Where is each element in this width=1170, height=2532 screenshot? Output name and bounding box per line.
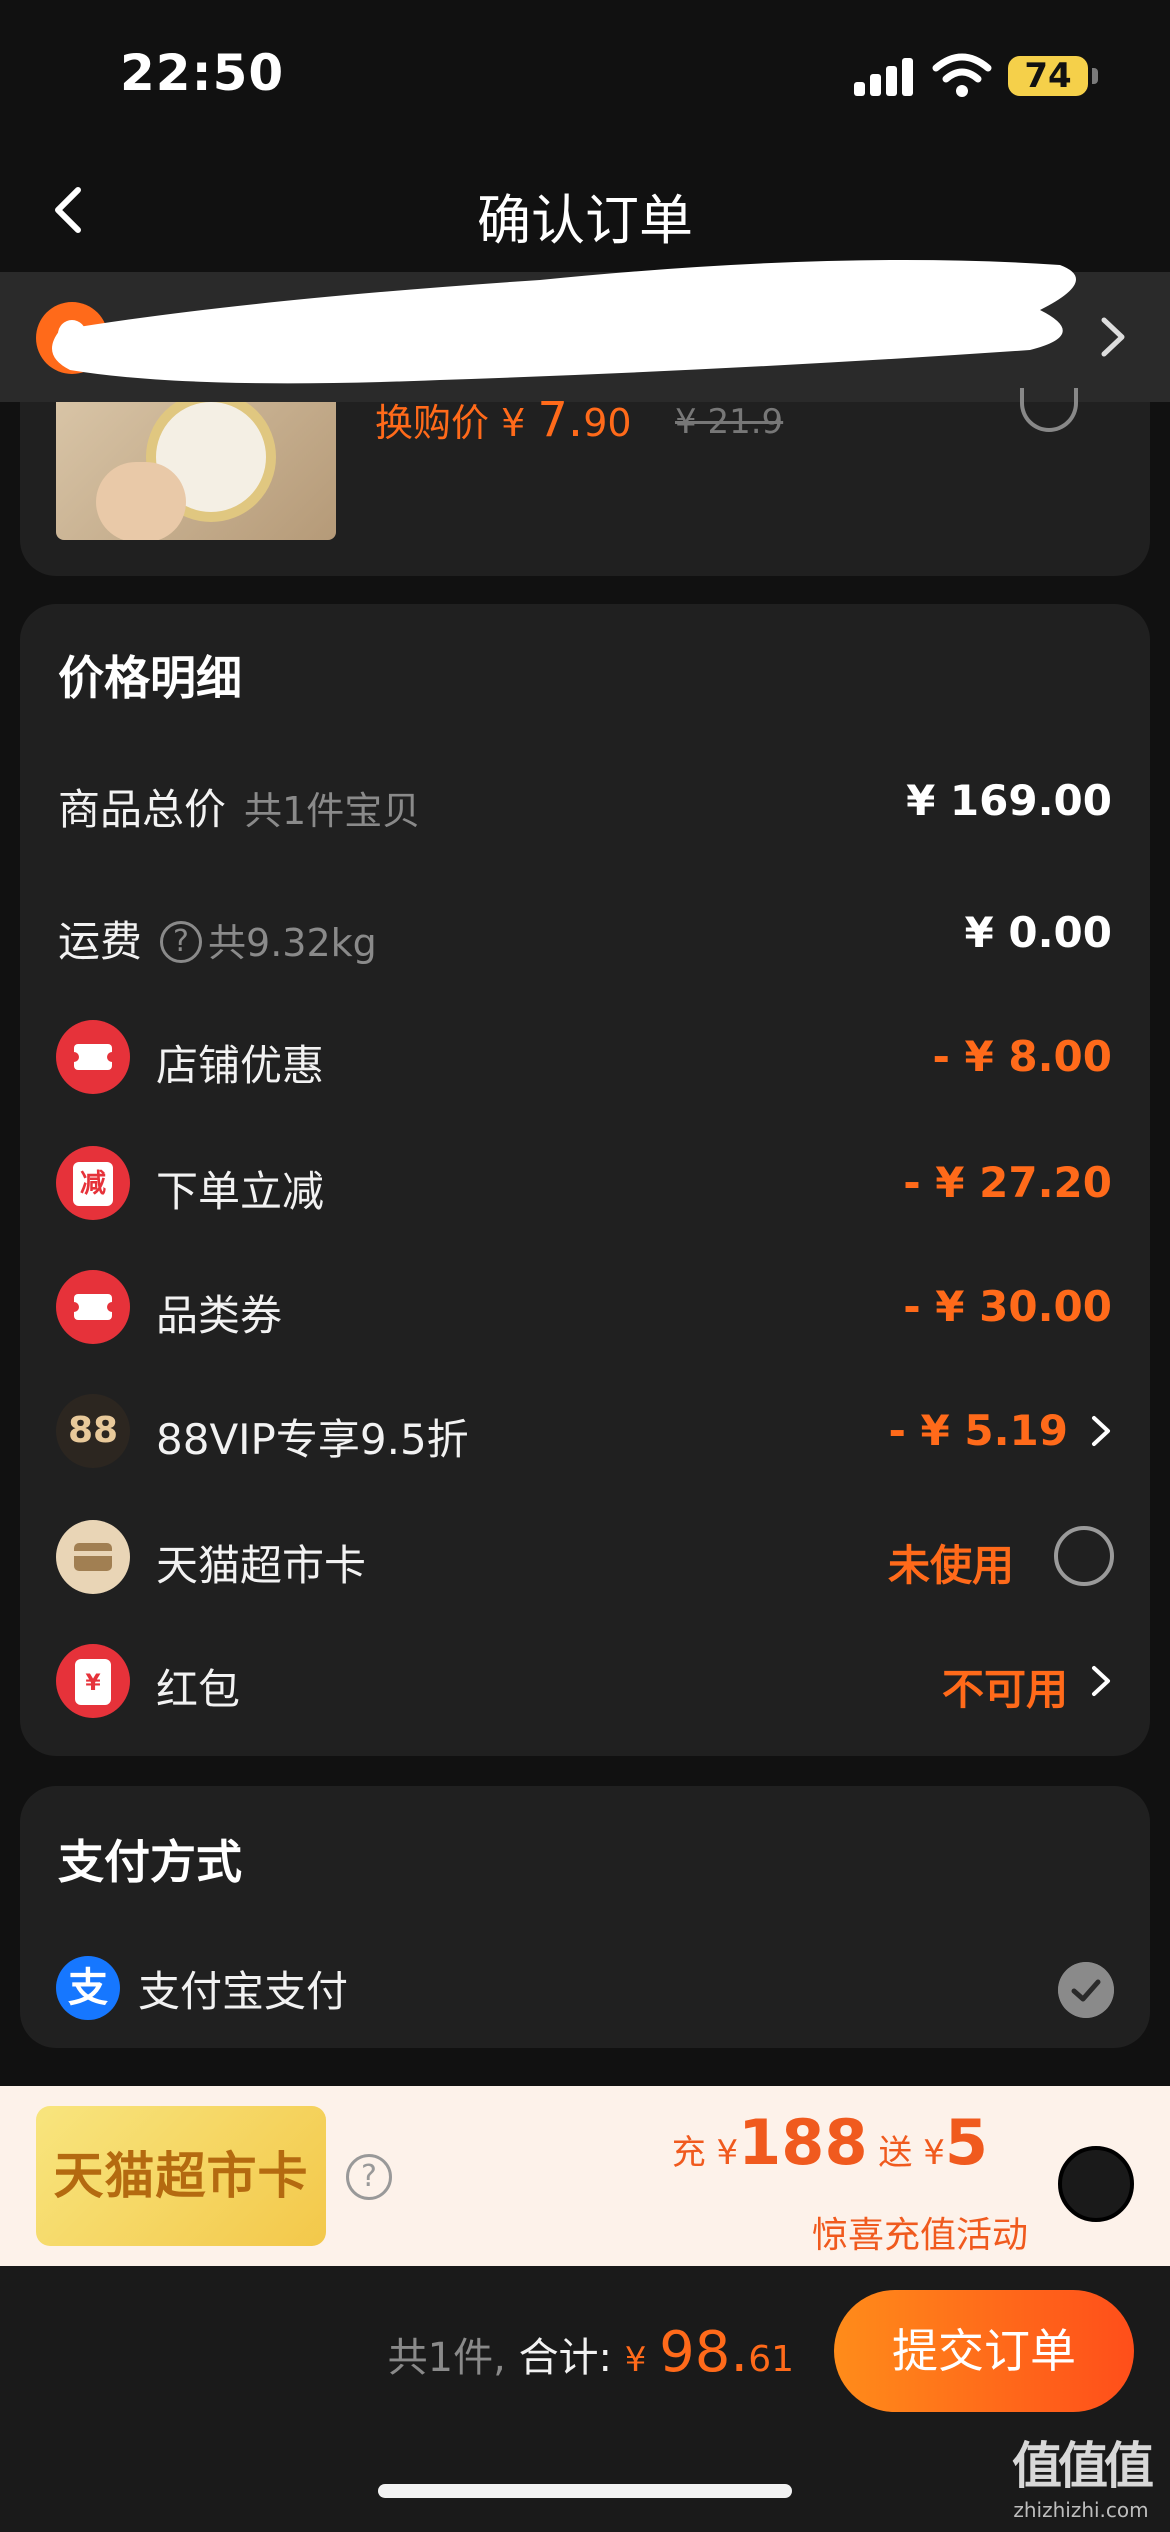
payment-title: 支付方式	[58, 1835, 242, 1889]
help-icon[interactable]: ?	[160, 920, 203, 963]
row-tmall-card[interactable]: 天猫超市卡 未使用	[20, 1512, 1150, 1602]
activity-label: 惊喜充值活动	[811, 2215, 1028, 2256]
product-image	[56, 402, 336, 540]
row-sub: 共9.32kg	[208, 921, 377, 965]
row-value: - ¥ 8.00	[932, 1032, 1112, 1081]
swap-price: 换购价 ¥ 7.90	[375, 392, 632, 448]
original-price: ¥ 21.9	[675, 402, 784, 442]
price-detail-card: 价格明细 商品总价 共1件宝贝 ¥ 169.00 运费? 共9.32kg ¥ 0.0…	[20, 604, 1150, 1756]
help-icon[interactable]: ?	[346, 2154, 392, 2200]
row-88vip[interactable]: 88 88VIP专享9.5折 - ¥ 5.19	[20, 1386, 1150, 1476]
payment-method-label[interactable]: 支付宝支付	[138, 1958, 348, 2019]
row-instant-discount[interactable]: 减 下单立减 - ¥ 27.20	[20, 1138, 1150, 1228]
home-indicator[interactable]	[378, 2484, 792, 2498]
coupon-icon	[56, 1270, 130, 1344]
payment-card: 支付方式 支 支付宝支付	[20, 1786, 1150, 2048]
signal-icon	[854, 56, 914, 96]
chevron-right-icon	[1101, 317, 1125, 357]
recharge-offer: 充 ¥188 送 ¥5	[671, 2106, 988, 2179]
row-label: 商品总价	[58, 785, 227, 834]
tmall-card-badge: 天猫超市卡	[36, 2106, 326, 2246]
status-time: 22:50	[120, 44, 285, 102]
row-goods-total: 商品总价 共1件宝贝 ¥ 169.00	[20, 756, 1150, 846]
red-packet-icon: ¥	[56, 1644, 130, 1718]
row-shipping: 运费? 共9.32kg ¥ 0.00	[20, 888, 1150, 978]
row-category-coupon[interactable]: 品类券 - ¥ 30.00	[20, 1262, 1150, 1352]
row-label: 店铺优惠	[156, 1041, 325, 1090]
row-value: ¥ 169.00	[906, 776, 1112, 825]
row-value: - ¥ 27.20	[903, 1158, 1112, 1207]
row-value: 未使用	[887, 1541, 1014, 1590]
row-sub: 共1件宝贝	[244, 789, 421, 833]
discount-icon: 减	[56, 1146, 130, 1220]
address-redaction	[52, 260, 1076, 384]
wifi-icon	[932, 53, 992, 97]
battery-icon: 74	[1008, 56, 1098, 96]
row-label: 88VIP专享9.5折	[156, 1415, 469, 1464]
row-label: 红包	[156, 1665, 241, 1714]
recharge-radio[interactable]	[1058, 2146, 1134, 2222]
row-value: - ¥ 5.19	[888, 1406, 1068, 1455]
vip-icon: 88	[56, 1394, 130, 1468]
row-value: ¥ 0.00	[964, 908, 1112, 957]
swap-radio[interactable]	[1020, 388, 1078, 432]
watermark: 值值值 zhizhizhi.com	[1012, 2437, 1154, 2522]
card-icon	[56, 1520, 130, 1594]
row-value: - ¥ 30.00	[903, 1282, 1112, 1331]
chevron-right-icon	[1092, 1416, 1110, 1446]
row-value: 不可用	[941, 1665, 1068, 1714]
submit-order-button[interactable]: 提交订单	[834, 2290, 1134, 2412]
order-summary: 共1件, 合计: ¥ 98.61	[387, 2320, 794, 2385]
recharge-promo-banner[interactable]: 天猫超市卡 ? 充 ¥188 送 ¥5 惊喜充值活动	[0, 2086, 1170, 2266]
row-label: 下单立减	[156, 1167, 325, 1216]
row-label: 品类券	[156, 1291, 283, 1340]
tmall-card-radio[interactable]	[1054, 1526, 1114, 1586]
row-red-packet[interactable]: ¥ 红包 不可用	[20, 1636, 1150, 1726]
product-card: 换购价 ¥ 7.90 ¥ 21.9	[20, 388, 1150, 576]
row-label: 天猫超市卡	[156, 1541, 367, 1590]
row-shop-discount[interactable]: 店铺优惠 - ¥ 8.00	[20, 1012, 1150, 1102]
alipay-icon: 支	[56, 1956, 120, 2020]
chevron-right-icon	[1092, 1666, 1110, 1696]
check-icon[interactable]	[1058, 1962, 1114, 2018]
row-label: 运费	[58, 917, 143, 966]
status-bar: 22:50 74	[0, 0, 1170, 150]
price-detail-title: 价格明细	[58, 651, 242, 705]
coupon-icon	[56, 1020, 130, 1094]
